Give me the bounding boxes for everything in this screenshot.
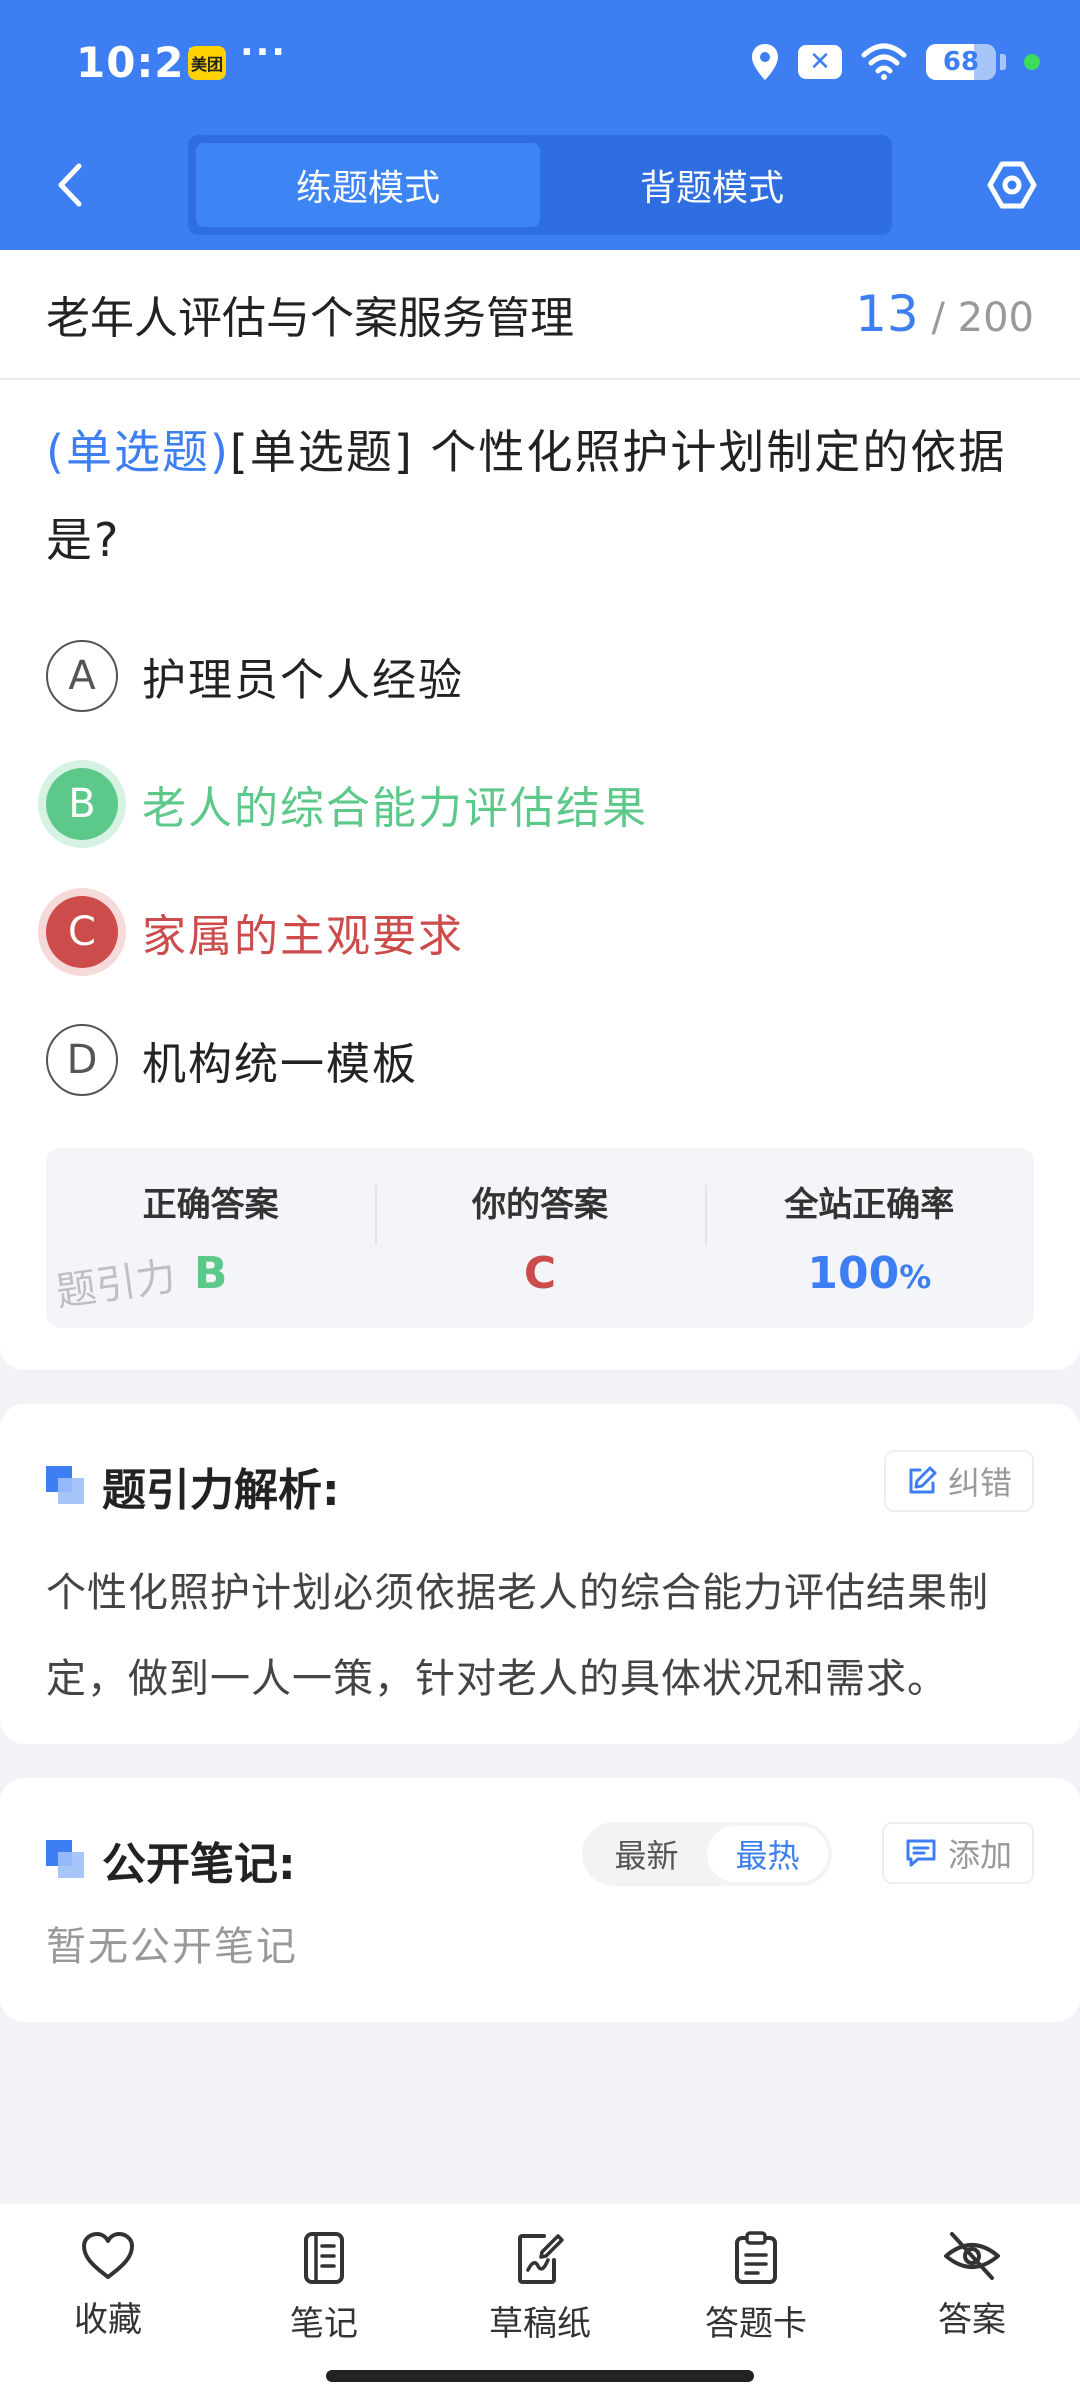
analysis-title: 题引力解析: bbox=[102, 1465, 340, 1516]
subject-title: 老年人评估与个案服务管理 bbox=[46, 293, 574, 344]
option-b[interactable]: B 老人的综合能力评估结果 bbox=[0, 740, 1080, 868]
close-badge-icon: ✕ bbox=[798, 45, 842, 79]
edit-icon bbox=[909, 1466, 937, 1494]
eye-off-icon bbox=[944, 2232, 1000, 2280]
option-text: 老人的综合能力评估结果 bbox=[142, 783, 648, 834]
clipboard-icon bbox=[735, 2231, 777, 2284]
option-letter: D bbox=[46, 1024, 118, 1096]
mode-switch: 练题模式 背题模式 bbox=[188, 135, 892, 235]
show-answer-label: 答案 bbox=[938, 2300, 1006, 2340]
sort-hottest[interactable]: 最热 bbox=[707, 1826, 828, 1882]
total-questions: 200 bbox=[957, 295, 1034, 341]
heart-icon bbox=[82, 2232, 134, 2279]
add-note-button[interactable]: 添加 bbox=[881, 1822, 1034, 1884]
privacy-indicator-dot bbox=[1024, 54, 1040, 70]
notes-header: 公开笔记: bbox=[46, 1828, 296, 1892]
chevron-left-icon bbox=[58, 163, 82, 207]
your-answer-value: C bbox=[523, 1248, 557, 1299]
section-squares-icon bbox=[46, 1466, 86, 1506]
option-text: 护理员个人经验 bbox=[142, 655, 464, 706]
comment-icon bbox=[906, 1839, 936, 1867]
favorite-label: 收藏 bbox=[74, 2300, 142, 2340]
analysis-text: 个性化照护计划必须依据老人的综合能力评估结果制定，做到一人一策，针对老人的具体状… bbox=[46, 1570, 989, 1702]
option-a[interactable]: A 护理员个人经验 bbox=[0, 612, 1080, 740]
question-type-tag: (单选题) bbox=[46, 425, 230, 479]
option-letter: A bbox=[46, 640, 118, 712]
status-icons: ✕ 68 bbox=[750, 40, 1040, 84]
settings-button[interactable] bbox=[980, 153, 1044, 217]
accuracy-rate-number: 100 bbox=[807, 1248, 900, 1299]
draft-paper-label: 草稿纸 bbox=[489, 2304, 591, 2344]
subject-row: 老年人评估与个案服务管理 13 / 200 bbox=[0, 250, 1080, 380]
notes-label: 笔记 bbox=[290, 2304, 358, 2344]
battery-level: 68 bbox=[942, 47, 980, 77]
accuracy-rate-value: 100% bbox=[807, 1248, 931, 1299]
option-c[interactable]: C 家属的主观要求 bbox=[0, 868, 1080, 996]
option-text: 机构统一模板 bbox=[142, 1039, 418, 1090]
show-answer-button[interactable]: 答案 bbox=[864, 2204, 1080, 2400]
your-answer-label: 你的答案 bbox=[471, 1185, 608, 1225]
report-error-label: 纠错 bbox=[947, 1464, 1012, 1502]
accuracy-rate-col: 全站正确率 100% bbox=[704, 1177, 1034, 1299]
status-bar: 10:21 美团 ··· ✕ 68 bbox=[0, 0, 1080, 125]
battery-icon: 68 bbox=[926, 44, 996, 80]
progress-separator: / bbox=[931, 295, 945, 341]
sort-newest[interactable]: 最新 bbox=[586, 1826, 707, 1882]
battery-tip bbox=[1000, 54, 1006, 70]
analysis-card: 题引力解析: 纠错 个性化照护计划必须依据老人的综合能力评估结果制定，做到一人一… bbox=[0, 1404, 1080, 1744]
nav-bar: 练题模式 背题模式 bbox=[0, 125, 1080, 250]
draft-icon bbox=[518, 2234, 564, 2284]
answer-sheet-label: 答题卡 bbox=[705, 2304, 807, 2344]
wifi-icon bbox=[861, 43, 907, 80]
option-text: 家属的主观要求 bbox=[142, 911, 464, 962]
meituan-notification-icon: 美团 bbox=[188, 46, 226, 80]
question-progress[interactable]: 13 / 200 bbox=[855, 285, 1034, 343]
correct-answer-value: B bbox=[193, 1248, 228, 1299]
option-letter: C bbox=[46, 896, 118, 968]
app-header: 10:21 美团 ··· ✕ 68 练题模式 背题模式 bbox=[0, 0, 1080, 250]
notes-title: 公开笔记: bbox=[102, 1839, 296, 1890]
current-question-number: 13 bbox=[855, 285, 919, 343]
favorite-button[interactable]: 收藏 bbox=[0, 2204, 216, 2400]
more-notifications-icon: ··· bbox=[240, 32, 288, 73]
back-button[interactable] bbox=[40, 155, 100, 215]
answer-summary: 正确答案 B 你的答案 C 全站正确率 100% bbox=[46, 1148, 1034, 1328]
add-note-label: 添加 bbox=[947, 1836, 1012, 1874]
analysis-header: 题引力解析: bbox=[46, 1454, 340, 1518]
notes-sort-toggle: 最新 最热 bbox=[582, 1822, 832, 1886]
report-error-button[interactable]: 纠错 bbox=[883, 1450, 1034, 1512]
accuracy-rate-label: 全站正确率 bbox=[784, 1185, 955, 1225]
notebook-icon bbox=[304, 2232, 344, 2284]
correct-answer-label: 正确答案 bbox=[142, 1185, 279, 1225]
accuracy-rate-unit: % bbox=[899, 1258, 932, 1296]
your-answer-col: 你的答案 C bbox=[375, 1177, 704, 1299]
question-text: (单选题)[单选题] 个性化照护计划制定的依据是? bbox=[46, 408, 1034, 584]
question-card: 老年人评估与个案服务管理 13 / 200 (单选题)[单选题] 个性化照护计划… bbox=[0, 250, 1080, 1370]
home-indicator[interactable] bbox=[326, 2370, 754, 2382]
tab-practice-mode[interactable]: 练题模式 bbox=[196, 143, 540, 227]
option-letter: B bbox=[46, 768, 118, 840]
notes-card: 公开笔记: 最新 最热 添加 暂无公开笔记 bbox=[0, 1778, 1080, 2022]
settings-hexagon-icon bbox=[987, 161, 1037, 209]
location-icon bbox=[752, 44, 778, 80]
section-squares-icon bbox=[46, 1840, 86, 1880]
option-d[interactable]: D 机构统一模板 bbox=[0, 996, 1080, 1124]
tab-recite-mode[interactable]: 背题模式 bbox=[540, 143, 884, 227]
empty-notes-text: 暂无公开笔记 bbox=[46, 1924, 298, 1970]
options-list: A 护理员个人经验 B 老人的综合能力评估结果 C 家属的主观要求 D 机构统一… bbox=[0, 612, 1080, 1124]
